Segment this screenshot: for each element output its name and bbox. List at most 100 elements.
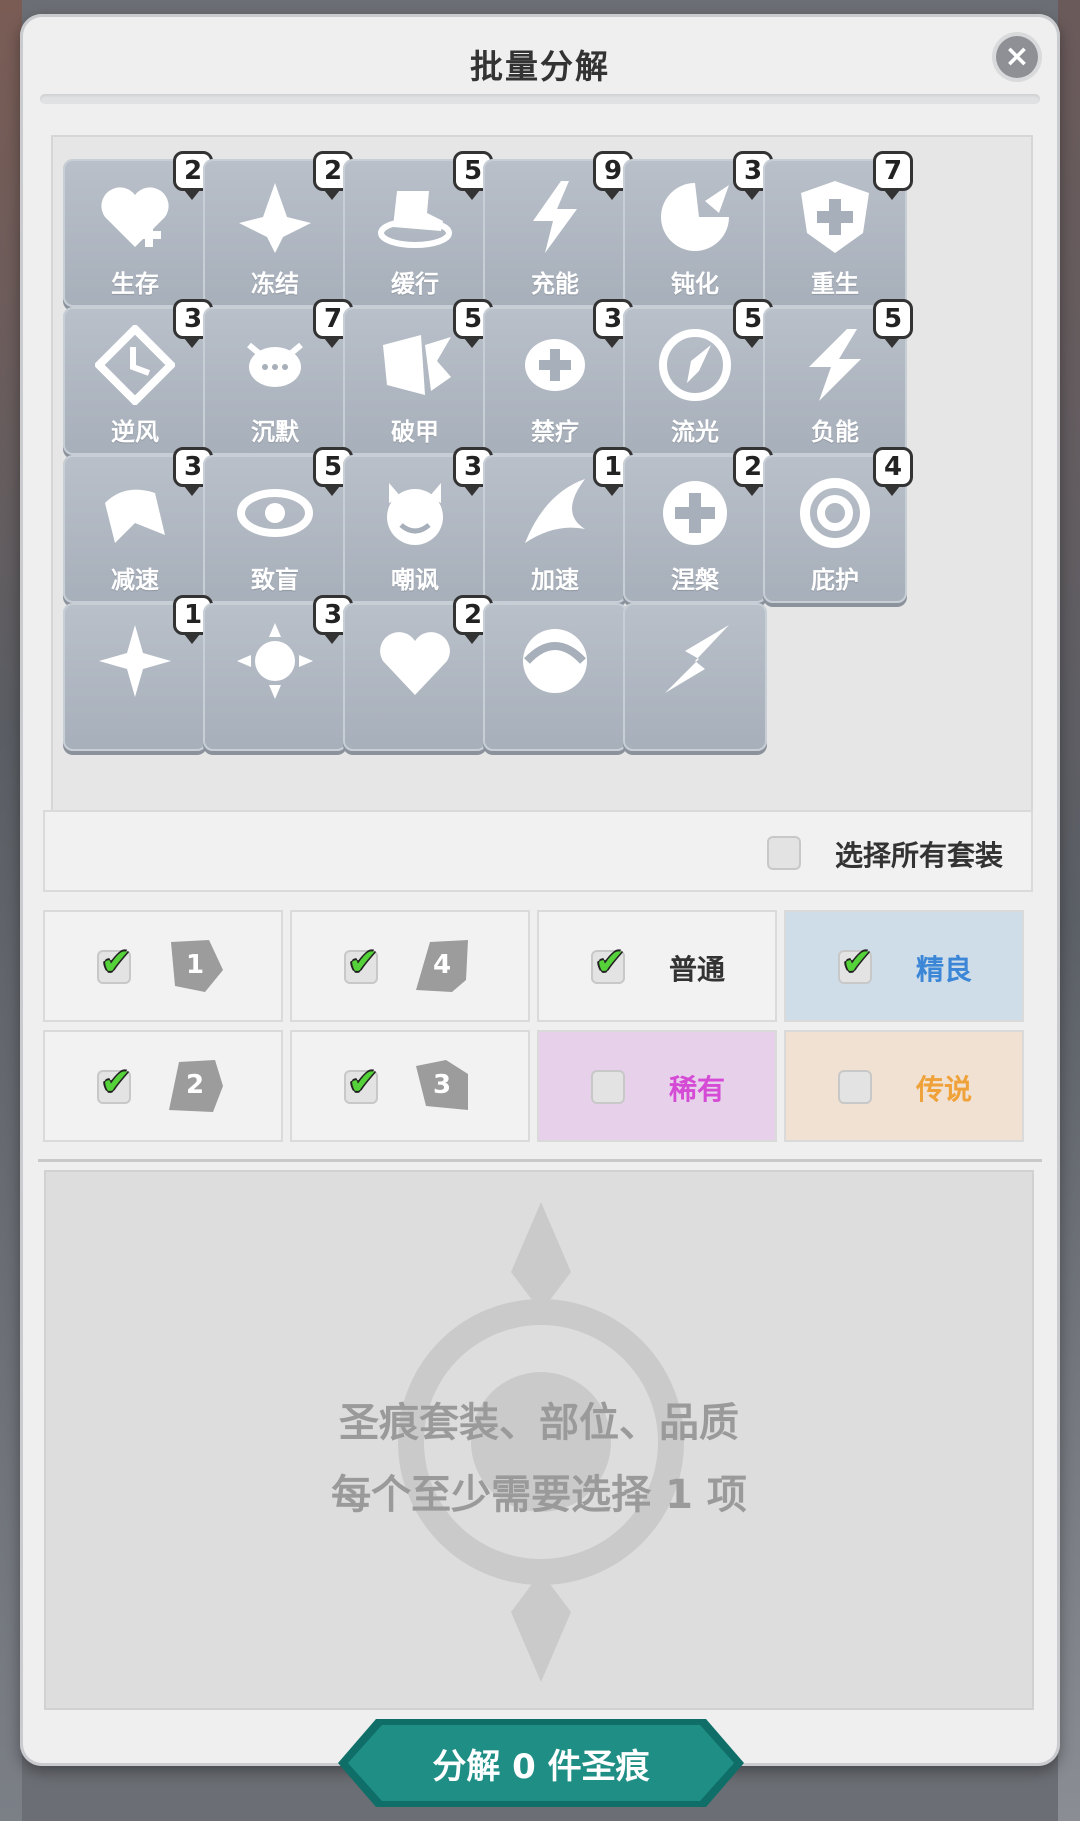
set-tile[interactable]: 涅槃 2: [623, 447, 773, 603]
set-name: 冻结: [251, 270, 299, 298]
close-icon[interactable]: ×: [996, 36, 1038, 78]
select-all-checkbox[interactable]: [767, 836, 801, 870]
no-heal-icon: [525, 339, 585, 391]
position-3-checkbox[interactable]: [344, 1062, 378, 1104]
decompose-button[interactable]: 分解 0 件圣痕: [336, 1717, 746, 1809]
armor-break-icon: [383, 335, 451, 395]
set-tile[interactable]: 沉默 7: [203, 299, 353, 455]
set-tile[interactable]: 加速 1: [483, 447, 633, 603]
slow-icon: [105, 489, 165, 543]
set-tile[interactable]: 禁疗 3: [483, 299, 633, 455]
set-tile[interactable]: 逆风 3: [63, 299, 213, 455]
position-gem-icon: 2: [165, 1056, 225, 1116]
quality-label: 精良: [916, 953, 973, 986]
devil-face-icon: [387, 483, 443, 545]
position-filter-3[interactable]: 3: [290, 1030, 530, 1142]
quality-filter-fine[interactable]: 精良: [784, 910, 1024, 1022]
star-diamond-icon: [99, 625, 171, 697]
set-name: 重生: [811, 270, 859, 298]
boot-icon: [378, 191, 452, 248]
position-4-checkbox[interactable]: [344, 942, 378, 984]
quality-fine-checkbox[interactable]: [838, 942, 872, 984]
set-tile[interactable]: 庇护 4: [763, 447, 913, 603]
set-tile[interactable]: 生存 2: [63, 151, 213, 307]
position-gem-icon: 1: [165, 936, 225, 996]
set-count-badge: 4: [873, 447, 913, 496]
set-name: 逆风: [111, 418, 159, 446]
heart-plus-icon: [101, 187, 169, 247]
quality-filter-rare[interactable]: 稀有: [537, 1030, 777, 1142]
sun-gear-icon: [237, 623, 313, 699]
select-all-label: 选择所有套装: [835, 839, 1004, 872]
swirl-icon: [523, 629, 587, 693]
set-tile[interactable]: 流光 5: [623, 299, 773, 455]
info-line-2: 每个至少需要选择 1 项: [331, 1472, 747, 1518]
silence-bubble-icon: [247, 342, 303, 387]
ring-icon: [800, 478, 870, 548]
position-filter-4[interactable]: 4: [290, 910, 530, 1022]
lightning-icon: [533, 181, 577, 253]
set-name: 涅槃: [671, 566, 719, 594]
set-tile[interactable]: [623, 603, 767, 751]
set-tile[interactable]: 致盲 5: [203, 447, 353, 603]
quality-label: 稀有: [669, 1073, 726, 1106]
set-name: 负能: [811, 418, 859, 446]
phoenix-cross-icon: [663, 481, 727, 545]
position-2-checkbox[interactable]: [97, 1062, 131, 1104]
position-gem-icon: 3: [412, 1056, 472, 1116]
quality-legendary-checkbox[interactable]: [838, 1070, 872, 1104]
set-tile[interactable]: 充能 9: [483, 151, 633, 307]
arrow-burst-icon: [665, 625, 729, 693]
position-filter-2[interactable]: 2: [43, 1030, 283, 1142]
set-name: 禁疗: [531, 418, 579, 446]
set-tile[interactable]: 负能 5: [763, 299, 913, 455]
negative-bolt-icon: [809, 329, 861, 401]
set-grid[interactable]: 生存 2 冻结 2 缓行 5 充能 9 钝化 3 重生 7 逆风 3 沉默 7 破甲 5 禁疗 3 流光 5 负能 5 减速 3 致…: [51, 135, 1033, 819]
set-count-badge: 7: [873, 151, 913, 200]
set-name: 充能: [531, 270, 579, 298]
set-tile[interactable]: 缓行 5: [343, 151, 493, 307]
select-all-row[interactable]: 选择所有套装: [43, 810, 1033, 892]
set-name: 破甲: [391, 418, 439, 446]
background-left: [0, 0, 22, 1821]
dialog-title: 批量分解: [470, 47, 610, 86]
set-tile[interactable]: [483, 603, 627, 751]
set-name: 加速: [531, 566, 579, 594]
quality-filter-legendary[interactable]: 传说: [784, 1030, 1024, 1142]
set-name: 缓行: [391, 270, 439, 298]
position-label: 2: [185, 1070, 205, 1100]
set-tile[interactable]: 冻结 2: [203, 151, 353, 307]
position-filter-1[interactable]: 1: [43, 910, 283, 1022]
set-tile[interactable]: 1: [63, 595, 213, 751]
wing-icon: [525, 479, 585, 543]
set-name: 致盲: [251, 566, 299, 594]
set-tile[interactable]: 减速 3: [63, 447, 213, 603]
set-tile[interactable]: 钝化 3: [623, 151, 773, 307]
quality-common-checkbox[interactable]: [591, 942, 625, 984]
position-1-checkbox[interactable]: [97, 942, 131, 984]
position-label: 1: [185, 950, 205, 980]
info-line-1: 圣痕套装、部位、品质: [339, 1400, 739, 1446]
cross-shield-icon: [801, 181, 869, 253]
set-name: 庇护: [811, 566, 859, 594]
compass-icon: [659, 329, 731, 401]
info-panel: 圣痕套装、部位、品质 每个至少需要选择 1 项: [44, 1170, 1034, 1710]
position-label: 3: [432, 1070, 452, 1100]
clock-diamond-icon: [95, 325, 175, 405]
decompose-button-label: 分解 0 件圣痕: [432, 1747, 650, 1787]
ice-crystal-icon: [239, 183, 311, 253]
quality-rare-checkbox[interactable]: [591, 1070, 625, 1104]
title-divider: [40, 94, 1040, 104]
set-tile[interactable]: 嘲讽 3: [343, 447, 493, 603]
section-divider: [38, 1159, 1042, 1162]
set-tile[interactable]: 破甲 5: [343, 299, 493, 455]
batch-decompose-dialog: 批量分解 × 生存 2 冻结 2 缓行 5 充能 9 钝化 3 重生 7 逆风 3 沉默 7 破甲 5 禁疗 3 流光 5…: [20, 14, 1060, 1766]
eye-icon: [237, 489, 313, 537]
quality-filter-common[interactable]: 普通: [537, 910, 777, 1022]
quality-label: 普通: [669, 953, 726, 986]
position-gem-icon: 4: [412, 936, 472, 996]
set-name: 嘲讽: [391, 566, 439, 594]
set-tile[interactable]: 3: [203, 595, 353, 751]
set-tile[interactable]: 2: [343, 595, 493, 751]
set-tile[interactable]: 重生 7: [763, 151, 913, 307]
